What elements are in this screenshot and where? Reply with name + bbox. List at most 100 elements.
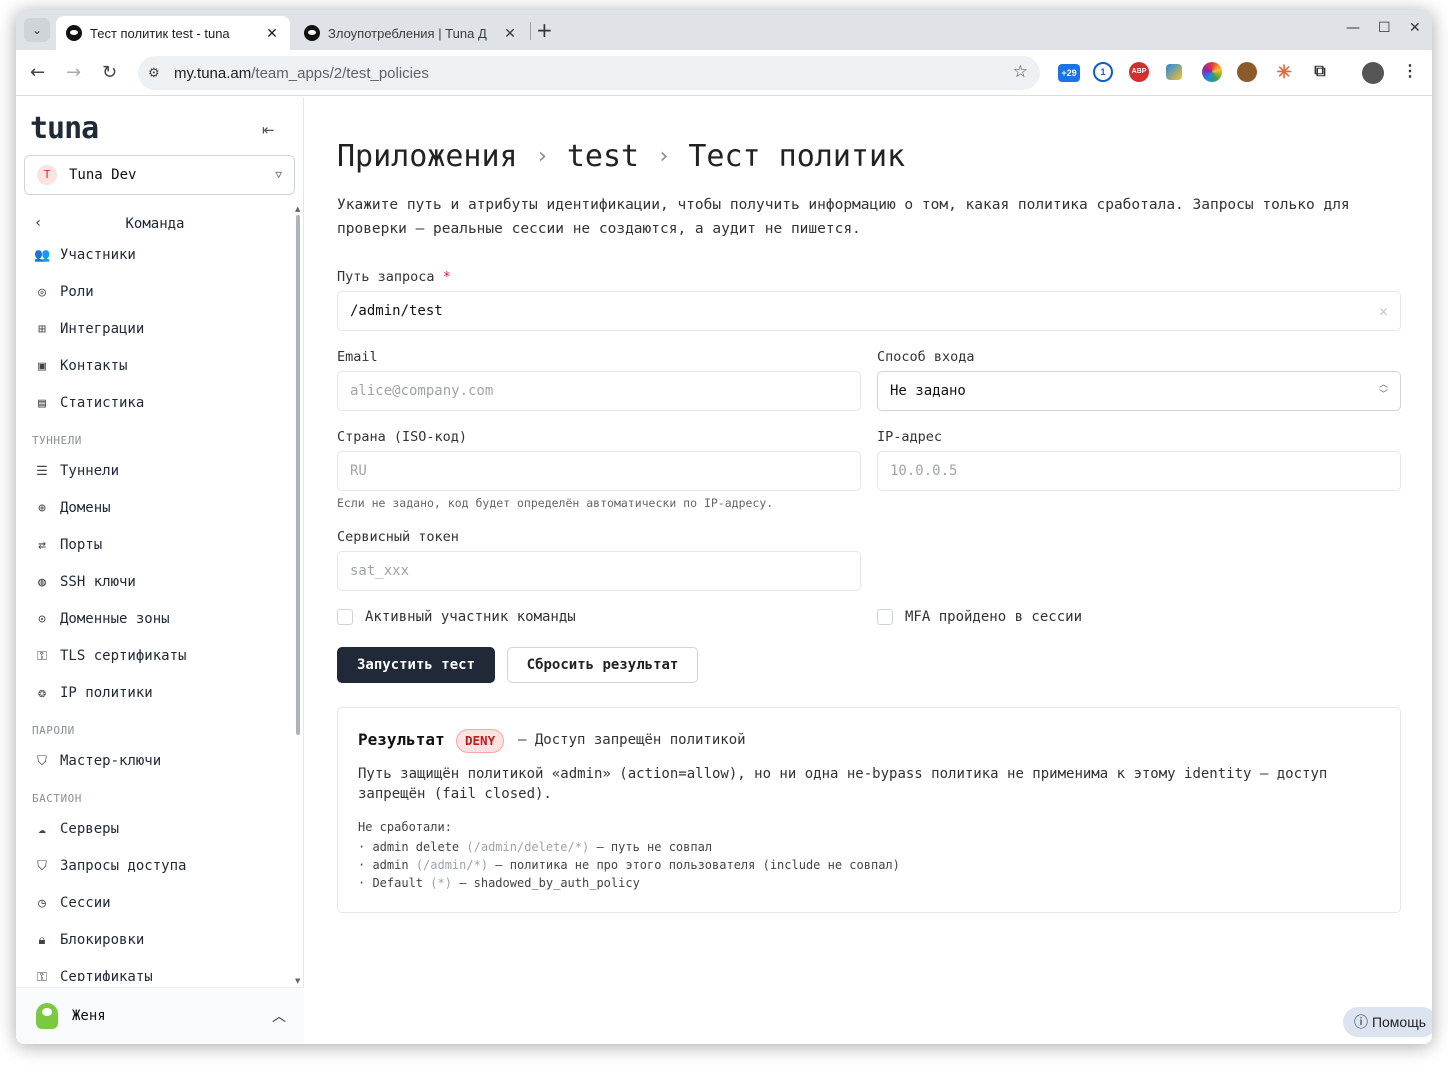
close-window-icon[interactable]: ✕ — [1409, 20, 1421, 36]
color-wheel-icon[interactable] — [1202, 62, 1222, 82]
section-passwords: ПАРОЛИ — [32, 724, 75, 737]
network-icon: ❂ — [38, 685, 46, 701]
sidebar-item-roles[interactable]: ◎ Роли — [34, 281, 94, 303]
forward-arrow-icon[interactable]: → — [66, 62, 81, 84]
token-input[interactable]: sat_xxx — [337, 551, 861, 591]
sidebar-item-tls-certs[interactable]: ⚿ TLS сертификаты — [34, 645, 186, 667]
globe-icon: ⊕ — [38, 500, 46, 516]
pin-icon: ⊙ — [38, 611, 46, 627]
tab-strip: ⌄ Тест политик test - tuna ✕ Злоупотребл… — [16, 10, 1432, 50]
status-badge: DENY — [456, 729, 505, 753]
cookie-icon[interactable] — [1237, 62, 1257, 82]
login-method-select[interactable]: Не задано ︿ ﹀ — [877, 371, 1401, 411]
ip-input[interactable]: 10.0.0.5 — [877, 451, 1401, 491]
sidebar-item-sessions[interactable]: ◷ Сессии — [34, 892, 111, 914]
user-menu[interactable]: Женя ︿ — [16, 987, 304, 1044]
close-tab-icon[interactable]: ✕ — [502, 25, 518, 42]
tab-title: Злоупотребления | Tuna Д — [328, 25, 487, 41]
tunnel-icon: ☰ — [36, 463, 48, 479]
key-icon: ⚿ — [37, 648, 47, 664]
sidebar-item-label: Доменные зоны — [60, 611, 170, 627]
extension-badge-icon[interactable]: +29 — [1058, 64, 1080, 82]
sidebar-item-label: Мастер-ключи — [60, 753, 162, 769]
site-settings-icon[interactable]: ⚙ — [148, 65, 160, 81]
puzzle-icon: ⊞ — [38, 321, 46, 337]
scroll-up-arrow-icon[interactable]: ▲ — [295, 205, 300, 213]
back-arrow-icon[interactable]: ← — [30, 62, 45, 84]
tab-title: Тест политик test - tuna — [90, 25, 230, 41]
login-method-value: Не задано — [890, 383, 966, 399]
clear-icon[interactable]: ✕ — [1379, 302, 1388, 320]
active-member-checkbox[interactable] — [337, 609, 353, 625]
team-selector[interactable]: T Tuna Dev ▽ — [24, 155, 295, 195]
tab-active[interactable]: Тест политик test - tuna ✕ — [56, 16, 290, 50]
path-input[interactable]: /admin/test ✕ — [337, 291, 1401, 331]
sidebar-item-tunnels[interactable]: ☰ Туннели — [34, 460, 119, 482]
maximize-icon[interactable]: ☐ — [1378, 20, 1391, 36]
reload-icon[interactable]: ↻ — [102, 62, 117, 84]
sidebar-item-contacts[interactable]: ▣ Контакты — [34, 355, 127, 377]
breadcrumb-apps[interactable]: Приложения — [337, 139, 518, 174]
sidebar-item-statistics[interactable]: ▤ Статистика — [34, 392, 144, 414]
sidebar-item-members[interactable]: 👥 Участники — [34, 244, 136, 266]
breadcrumb-app[interactable]: test — [567, 139, 639, 174]
chevron-left-icon[interactable]: ‹ — [34, 215, 42, 231]
token-label: Сервисный токен — [337, 529, 459, 545]
new-tab-button[interactable]: + — [536, 18, 553, 42]
nav-back-label[interactable]: Команда — [16, 216, 294, 232]
scroll-down-arrow-icon[interactable]: ▼ — [295, 977, 300, 985]
sidebar-item-master-keys[interactable]: ⛉ Мастер-ключи — [34, 750, 161, 772]
sidebar-item-label: Туннели — [60, 463, 120, 479]
email-input[interactable]: alice@company.com — [337, 371, 861, 411]
sidebar-nav: Команда ‹ 👥 Участники ◎ Роли ⊞ Интеграции ▣… — [16, 201, 294, 981]
browser-window: ⌄ Тест политик test - tuna ✕ Злоупотребл… — [16, 10, 1432, 1044]
help-button[interactable]: ⓘ Помощь — [1343, 1007, 1432, 1037]
sidebar-item-blocks[interactable]: 🔒︎ Блокировки — [34, 929, 145, 951]
sidebar-item-ssh-keys[interactable]: ◍ SSH ключи — [34, 571, 136, 593]
sidebar-item-domain-zones[interactable]: ⊙ Доменные зоны — [34, 608, 170, 630]
mfa-checkbox[interactable] — [877, 609, 893, 625]
collapse-sidebar-icon[interactable]: ⇤ — [262, 121, 275, 139]
run-test-button[interactable]: Запустить тест — [337, 647, 495, 683]
chevron-up-icon[interactable]: ︿ — [272, 1006, 286, 1026]
tuna-logo[interactable]: tuna — [30, 111, 99, 146]
sidebar-item-ip-policies[interactable]: ❂ IP политики — [34, 682, 153, 704]
address-bar[interactable]: ⚙ my.tuna.am/team_apps/2/test_policies ☆ — [138, 56, 1040, 90]
extension-color-icon[interactable] — [1166, 64, 1182, 80]
breadcrumb: Приложения › test › Тест политик — [337, 139, 905, 174]
main-content: Приложения › test › Тест политик Укажите… — [305, 97, 1432, 1044]
sidebar-item-label: Порты — [60, 537, 103, 553]
sidebar-item-label: Сертификаты — [60, 969, 153, 981]
sidebar-item-servers[interactable]: ☁ Серверы — [34, 818, 119, 840]
tab-search-button[interactable]: ⌄ — [24, 18, 50, 42]
result-summary: — Доступ запрещён политикой — [518, 732, 746, 748]
sidebar-item-domains[interactable]: ⊕ Домены — [34, 497, 111, 519]
bookmark-star-icon[interactable]: ☆ — [1013, 62, 1028, 82]
profile-avatar-icon[interactable] — [1362, 62, 1384, 84]
page-description: Укажите путь и атрибуты идентификации, ч… — [337, 197, 1350, 237]
mfa-label[interactable]: MFA пройдено в сессии — [905, 609, 1082, 625]
sidebar-item-certificates[interactable]: ⚿ Сертификаты — [34, 966, 153, 981]
onepassword-icon[interactable]: 1 — [1093, 62, 1113, 82]
required-asterisk: * — [442, 269, 451, 285]
reset-result-button[interactable]: Сбросить результат — [507, 647, 698, 683]
sidebar-item-integrations[interactable]: ⊞ Интеграции — [34, 318, 144, 340]
active-member-label[interactable]: Активный участник команды — [365, 609, 576, 625]
sidebar-item-ports[interactable]: ⇄ Порты — [34, 534, 102, 556]
users-icon: 👥 — [34, 247, 51, 263]
tab-inactive[interactable]: Злоупотребления | Tuna Д ✕ — [294, 16, 528, 50]
path-label: Путь запроса * — [337, 269, 451, 285]
claude-icon[interactable]: ✳ — [1274, 62, 1294, 82]
country-input[interactable]: RU — [337, 451, 861, 491]
close-tab-icon[interactable]: ✕ — [264, 25, 280, 42]
browser-menu-icon[interactable]: ⋮ — [1400, 62, 1420, 82]
avatar — [36, 1003, 58, 1029]
fingerprint-icon: ◍ — [38, 574, 46, 590]
user-name: Женя — [72, 1008, 106, 1024]
sidebar-item-label: TLS сертификаты — [60, 648, 187, 664]
sidebar-item-access-requests[interactable]: ⛉ Запросы доступа — [34, 855, 186, 877]
sidebar-scrollbar[interactable] — [296, 215, 300, 735]
adblock-icon[interactable]: ABP — [1129, 62, 1149, 82]
extensions-puzzle-icon[interactable]: ⧉ — [1310, 62, 1330, 82]
minimize-icon[interactable]: — — [1346, 20, 1360, 36]
